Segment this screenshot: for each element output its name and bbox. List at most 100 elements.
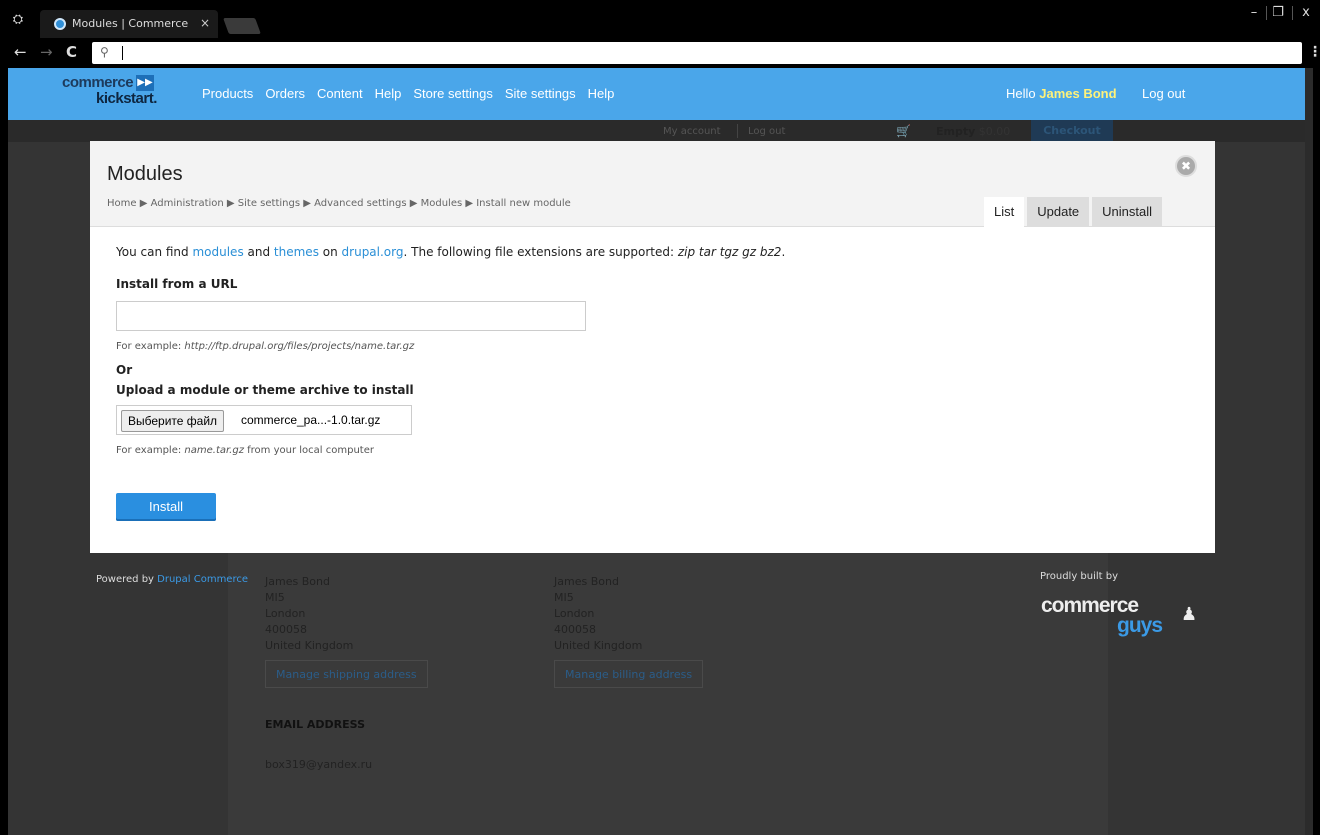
scrollbar[interactable] [1305,68,1313,835]
admin-menu-content[interactable]: Content [317,86,363,101]
back-button[interactable]: ← [14,44,27,60]
commerce-guys-logo[interactable]: commerce guys ♟ [1041,594,1209,644]
intro-on: on [318,245,342,259]
upload-hint: For example: name.tar.gz from your local… [116,445,374,456]
admin-greeting: Hello James Bond [1006,86,1117,101]
browser-toolbar: ← → C ⚲ 文A ⋮ [0,38,1320,68]
intro-post: . The following file extensions are supp… [403,245,678,259]
tab-title: Modules | Commerce Kic [72,17,192,30]
upload-hint-suffix: from your local computer [243,445,374,456]
search-icon: ⚲ [100,45,109,59]
address-bar[interactable]: ⚲ 文A [92,42,1302,64]
supported-extensions: zip tar tgz gz bz2 [677,245,782,259]
cart-summary[interactable]: Empty $0.00 [936,125,1010,138]
install-url-label: Install from a URL [116,277,238,291]
admin-menu-products[interactable]: Products [202,86,253,101]
url-hint: For example: http://ftp.drupal.org/files… [116,341,414,352]
fast-forward-icon: ▶▶ [136,75,154,91]
modal-header: Modules ✖ Home ▶ Administration ▶ Site s… [90,141,1215,227]
user-bar: My account Log out 🛒 Empty $0.00 Checkou… [8,120,1305,142]
admin-menu-help-2[interactable]: Help [588,86,615,101]
close-icon[interactable]: ✖ [1175,155,1197,177]
close-window-button[interactable]: x [1296,4,1316,24]
url-hint-prefix: For example: [116,341,185,352]
admin-toolbar: commerce ▶▶ kickstart. Products Orders C… [8,68,1305,120]
themes-link[interactable]: themes [274,245,319,259]
shipping-org: MI5 [265,591,285,604]
window-control-divider [1292,6,1293,20]
tab-close-icon[interactable]: × [200,16,210,30]
modules-link[interactable]: modules [192,245,243,259]
page-viewport: commerce ▶▶ kickstart. Products Orders C… [8,68,1313,835]
choose-file-button[interactable]: Выберите файл [121,410,225,432]
user-name-link[interactable]: James Bond [1039,86,1116,101]
admin-menu-store-settings[interactable]: Store settings [413,86,493,101]
shipping-address: James Bond MI5 London 400058 United King… [265,574,353,654]
intro-pre: You can find [116,245,193,259]
billing-country: United Kingdom [554,639,643,652]
cart-status: Empty [936,125,976,138]
or-label: Or [116,363,133,377]
favicon-icon [54,18,66,30]
reload-button[interactable]: C [66,44,77,60]
billing-org: MI5 [554,591,574,604]
forward-button[interactable]: → [40,44,53,60]
admin-logout-link[interactable]: Log out [1142,86,1185,101]
window-control-divider [1266,6,1267,20]
tab-list[interactable]: List [984,197,1025,227]
powered-by: Powered by Drupal Commerce [96,574,248,585]
incognito-icon: ⛭ [12,12,24,27]
url-hint-example: http://ftp.drupal.org/files/projects/nam… [184,341,415,352]
user-bar-divider [737,124,738,138]
upload-hint-prefix: For example: [116,445,185,456]
built-by-label: Proudly built by [1040,571,1119,582]
upload-label: Upload a module or theme archive to inst… [116,383,414,397]
modules-modal: Modules ✖ Home ▶ Administration ▶ Site s… [90,141,1215,553]
admin-menu-help[interactable]: Help [375,86,402,101]
tab-uninstall[interactable]: Uninstall [1092,197,1163,227]
logo-text-top: commerce [62,74,134,91]
my-account-link[interactable]: My account [663,126,721,137]
admin-menu-orders[interactable]: Orders [265,86,305,101]
shipping-country: United Kingdom [265,639,354,652]
admin-menu-site-settings[interactable]: Site settings [505,86,576,101]
manage-shipping-address-button[interactable]: Manage shipping address [265,660,428,688]
tab-update[interactable]: Update [1027,197,1090,227]
text-cursor [122,46,123,60]
email-heading: EMAIL ADDRESS [265,718,366,731]
manage-billing-address-button[interactable]: Manage billing address [554,660,704,688]
file-upload-field[interactable]: Выберите файл commerce_pa...-1.0.tar.gz [116,405,412,435]
new-tab-button[interactable] [223,18,261,34]
shipping-city: London [265,607,306,620]
commerce-kickstart-logo[interactable]: commerce ▶▶ kickstart. [62,74,192,114]
log-out-link[interactable]: Log out [748,126,785,137]
cart-icon[interactable]: 🛒 [896,124,928,138]
modal-body: You can find modules and themes on drupa… [116,245,1196,521]
intro-end: . [781,245,786,259]
billing-address: James Bond MI5 London 400058 United King… [554,574,642,654]
person-icon: ♟ [1181,604,1198,625]
maximize-button[interactable]: ❐ [1268,4,1288,24]
breadcrumb[interactable]: Home ▶ Administration ▶ Site settings ▶ … [107,198,571,209]
billing-postcode: 400058 [554,623,596,636]
powered-by-label: Powered by [96,574,158,585]
intro-and: and [243,245,274,259]
cg-logo-bottom: guys [1117,614,1163,637]
browser-tab[interactable]: Modules | Commerce Kic × [40,10,218,38]
install-button[interactable]: Install [116,493,216,521]
intro-text: You can find modules and themes on drupa… [116,245,1196,259]
admin-menu: Products Orders Content Help Store setti… [202,86,614,101]
drupal-org-link[interactable]: drupal.org [342,245,404,259]
shipping-name: James Bond [265,575,330,588]
billing-name: James Bond [554,575,619,588]
drupal-commerce-link[interactable]: Drupal Commerce [157,574,248,585]
checkout-button[interactable]: Checkout [1031,120,1113,142]
cart-total: $0.00 [978,125,1011,138]
install-url-input[interactable] [116,301,586,331]
address-input[interactable] [118,44,1218,62]
billing-city: London [554,607,595,620]
browser-menu-icon[interactable]: ⋮ [1308,44,1320,60]
shipping-postcode: 400058 [265,623,307,636]
browser-tab-strip: ⛭ Modules | Commerce Kic × – ❐ x [0,0,1320,38]
minimize-button[interactable]: – [1244,4,1264,24]
